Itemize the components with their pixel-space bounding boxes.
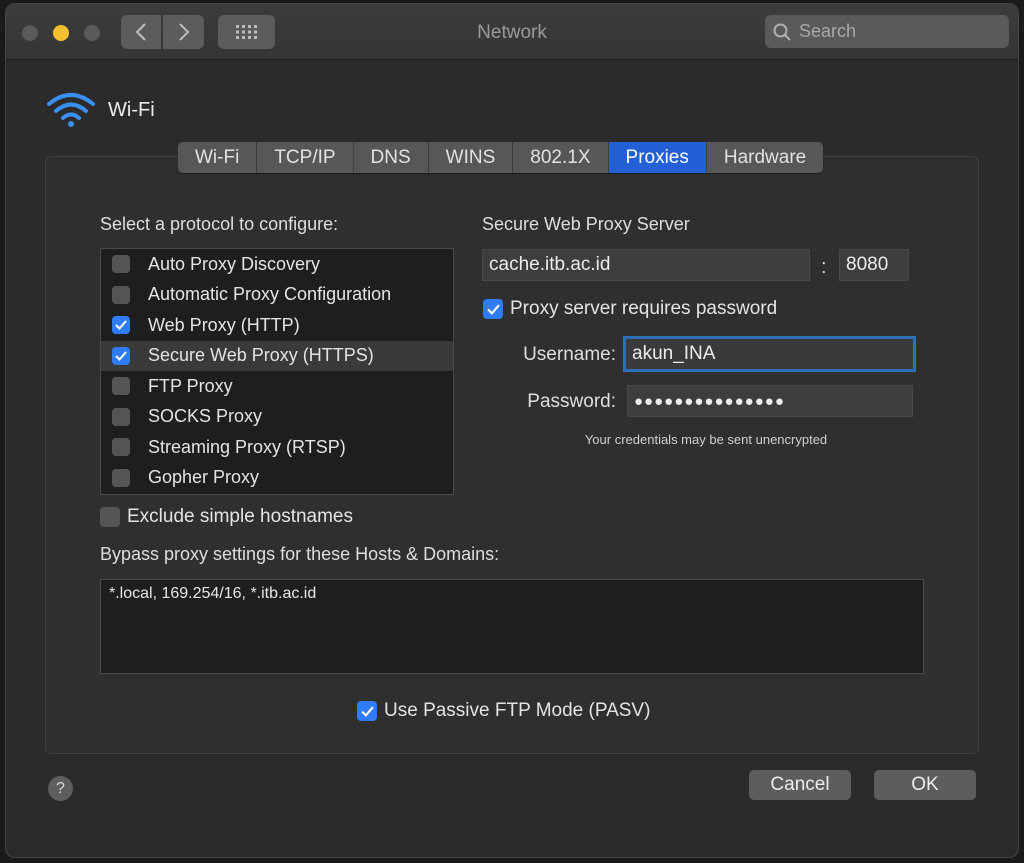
requires-password-option[interactable]: Proxy server requires password [483,298,777,320]
wifi-icon [47,93,95,127]
proxy-host-field[interactable]: cache.itb.ac.id [482,249,810,281]
password-value: ●●●●●●●●●●●●●●● [634,392,785,410]
exclude-simple-hostnames-checkbox[interactable] [100,507,120,527]
title-bar: Network Search [6,4,1018,60]
cancel-button[interactable]: Cancel [749,770,851,800]
checkbox[interactable] [112,255,130,274]
password-label: Password: [527,391,616,412]
protocol-automatic-proxy-configuration[interactable]: Automatic Proxy Configuration [101,280,453,311]
requires-password-label: Proxy server requires password [510,298,778,319]
protocol-web-proxy-http[interactable]: Web Proxy (HTTP) [101,310,453,341]
protocol-label: Auto Proxy Discovery [148,253,321,274]
requires-password-checkbox[interactable] [483,299,503,319]
checkbox[interactable] [112,285,130,304]
password-field[interactable]: ●●●●●●●●●●●●●●● [627,385,913,417]
protocol-label: Secure Web Proxy (HTTPS) [148,345,374,366]
passive-ftp-checkbox[interactable] [357,701,377,721]
tab-hardware[interactable]: Hardware [707,142,823,173]
exclude-simple-hostnames-label: Exclude simple hostnames [127,506,353,527]
search-field[interactable]: Search [765,15,1009,48]
protocol-label: FTP Proxy [148,375,233,396]
help-button[interactable]: ? [48,776,73,801]
bypass-hosts-value: *.local, 169.254/16, *.itb.ac.id [109,585,317,602]
interface-name: Wi-Fi [108,98,155,121]
protocol-label: Web Proxy (HTTP) [148,314,300,335]
checkmark-icon [115,320,127,331]
network-preferences-window: Network Search Wi-Fi Wi-Fi TCP/IP DNS WI… [5,3,1019,858]
tab-tcpip[interactable]: TCP/IP [257,142,354,173]
protocol-label: Gopher Proxy [148,467,260,488]
checkbox[interactable] [112,346,130,365]
proxy-port-value: 8080 [846,254,889,275]
tab-dns[interactable]: DNS [354,142,429,173]
checkbox[interactable] [112,438,130,457]
search-icon [773,23,791,41]
proxy-server-heading: Secure Web Proxy Server [482,214,690,234]
protocol-streaming-proxy-rtsp[interactable]: Streaming Proxy (RTSP) [101,432,453,463]
tab-wins[interactable]: WINS [429,142,514,173]
unencrypted-warning: Your credentials may be sent unencrypted [584,432,828,447]
protocol-gopher-proxy[interactable]: Gopher Proxy [101,463,453,494]
protocol-secure-web-proxy-https[interactable]: Secure Web Proxy (HTTPS) [101,340,453,371]
checkmark-icon [486,303,500,315]
checkbox[interactable] [112,407,130,426]
exclude-simple-hostnames-option[interactable]: Exclude simple hostnames [100,506,353,528]
interface-header: Wi-Fi [46,92,155,128]
bypass-hosts-textarea[interactable]: *.local, 169.254/16, *.itb.ac.id [100,579,924,674]
protocol-list[interactable]: Auto Proxy Discovery Automatic Proxy Con… [100,248,454,495]
checkbox[interactable] [112,468,130,487]
tab-8021x[interactable]: 802.1X [513,142,609,173]
protocol-label: Streaming Proxy (RTSP) [148,436,346,457]
ok-button[interactable]: OK [874,770,976,800]
protocol-list-heading: Select a protocol to configure: [100,214,339,234]
checkmark-icon [115,351,127,361]
passive-ftp-option[interactable]: Use Passive FTP Mode (PASV) [357,700,650,722]
tab-proxies[interactable]: Proxies [608,142,707,173]
search-placeholder: Search [799,21,857,41]
passive-ftp-label: Use Passive FTP Mode (PASV) [384,700,651,721]
proxy-port-field[interactable]: 8080 [839,249,909,281]
bypass-heading: Bypass proxy settings for these Hosts & … [100,544,500,564]
protocol-auto-proxy-discovery[interactable]: Auto Proxy Discovery [101,249,453,280]
username-field[interactable]: akun_INA [623,336,916,372]
proxy-host-value: cache.itb.ac.id [489,254,611,275]
protocol-label: Automatic Proxy Configuration [148,284,392,305]
checkmark-icon [360,705,374,717]
protocol-ftp-proxy[interactable]: FTP Proxy [101,371,453,402]
username-value: akun_INA [632,343,716,364]
protocol-socks-proxy[interactable]: SOCKS Proxy [101,402,453,433]
protocol-label: SOCKS Proxy [148,406,263,427]
tab-bar: Wi-Fi TCP/IP DNS WINS 802.1X Proxies Har… [178,142,824,173]
checkbox[interactable] [112,316,130,335]
host-port-separator: : [821,256,827,278]
checkbox[interactable] [112,377,130,396]
tab-wifi[interactable]: Wi-Fi [178,142,258,173]
username-label: Username: [523,344,616,365]
